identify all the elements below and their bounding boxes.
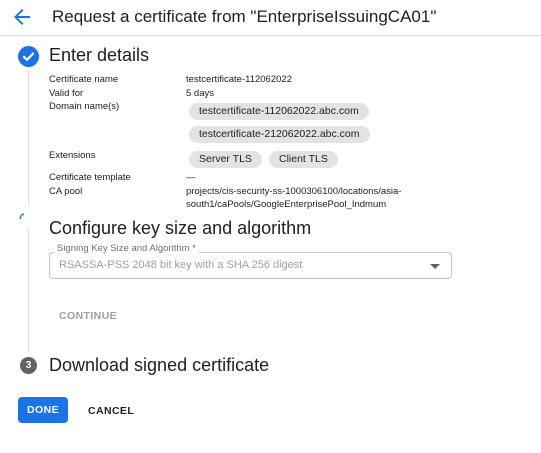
signing-key-select-label: Signing Key Size and Algorithm * — [54, 243, 199, 254]
valid-for-value: 5 days — [186, 88, 214, 99]
ca-pool-value-line1: projects/cis-security-ss-1000306100/loca… — [186, 186, 402, 197]
extension-chip-client-tls[interactable]: Client TLS — [269, 151, 338, 168]
extensions-label: Extensions — [49, 150, 96, 161]
extension-chip-server-tls[interactable]: Server TLS — [189, 151, 262, 168]
step-number-badge: 3 — [20, 357, 37, 374]
domain-chip[interactable]: testcertificate-212062022.abc.com — [189, 126, 370, 143]
certificate-name-value: testcertificate-112062022 — [186, 74, 292, 85]
stepper-line — [28, 70, 29, 206]
valid-for-label: Valid for — [49, 88, 84, 99]
step-title-enter-details: Enter details — [49, 45, 150, 65]
stepper-line — [28, 228, 29, 352]
ca-pool-value-line2: south1/caPools/GoogleEnterprisePool_Indm… — [186, 199, 387, 210]
step-title-download: Download signed certificate — [49, 355, 270, 375]
certificate-template-value: — — [186, 172, 196, 183]
domain-names-label: Domain name(s) — [49, 101, 120, 112]
step-title-configure-key: Configure key size and algorithm — [49, 218, 312, 238]
domain-chip[interactable]: testcertificate-112062022.abc.com — [189, 103, 369, 120]
page-header: Request a certificate from "EnterpriseIs… — [0, 0, 541, 36]
step-complete-check-icon — [18, 46, 39, 67]
certificate-template-label: Certificate template — [49, 172, 131, 183]
ca-pool-label: CA pool — [49, 186, 83, 197]
active-step-indicator-icon — [19, 213, 25, 220]
done-button[interactable]: DONE — [18, 397, 68, 423]
certificate-name-label: Certificate name — [49, 74, 119, 85]
page-title: Request a certificate from "EnterpriseIs… — [52, 7, 437, 26]
continue-button[interactable]: CONTINUE — [59, 310, 117, 322]
signing-key-select-value: RSASSA-PSS 2048 bit key with a SHA 256 d… — [59, 259, 303, 271]
dropdown-caret-icon[interactable] — [430, 264, 440, 269]
back-arrow-icon[interactable] — [10, 5, 34, 29]
cancel-button[interactable]: CANCEL — [88, 405, 134, 417]
